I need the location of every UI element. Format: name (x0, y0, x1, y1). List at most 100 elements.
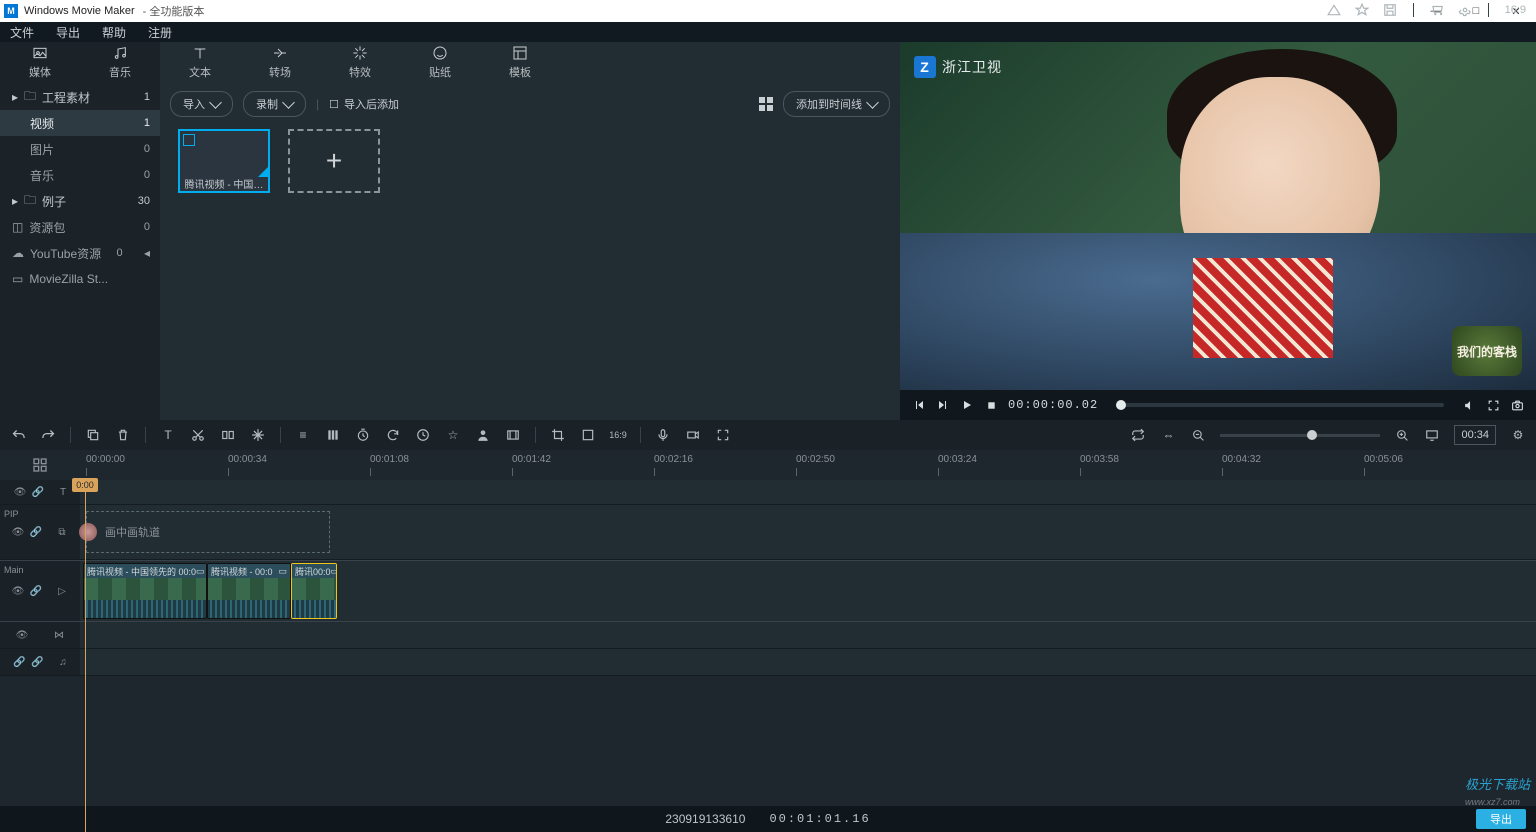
tab-sticker[interactable]: 贴纸 (400, 45, 480, 84)
play-icon[interactable]: ▷ (56, 585, 68, 597)
tool-columns-button[interactable] (325, 427, 341, 443)
tool-text-button[interactable]: T (160, 427, 176, 443)
tool-star-button[interactable]: ☆ (445, 427, 461, 443)
zoom-in-button[interactable] (1394, 427, 1410, 443)
preview-seek-bar[interactable] (1116, 403, 1444, 407)
transition-track[interactable]: 👁⋈ (0, 622, 1536, 649)
zoom-out-button[interactable] (1190, 427, 1206, 443)
menu-export[interactable]: 导出 (56, 24, 80, 41)
tree-item-assets[interactable]: ◫资源包 0 (0, 214, 160, 240)
link-icon[interactable]: 🔗 (31, 656, 43, 668)
notify-icon[interactable] (1327, 3, 1341, 17)
aspect-ratio-label[interactable]: 16:9 (1505, 4, 1526, 16)
tool-film-button[interactable] (505, 427, 521, 443)
timeline-ruler[interactable]: 00:00:00 00:00:34 00:01:08 00:01:42 00:0… (0, 450, 1536, 480)
play-button[interactable] (960, 398, 974, 412)
tree-item-moviezilla[interactable]: ▭MovieZilla St... (0, 266, 160, 292)
tab-music[interactable]: 音乐 (80, 45, 160, 84)
lock-icon[interactable]: 🔗 (30, 585, 42, 597)
layers-icon[interactable]: ⧉ (56, 526, 68, 538)
timeline-clip[interactable]: 腾讯视频 - 00:0▭ (207, 563, 291, 619)
save-icon[interactable] (1383, 3, 1397, 17)
eye-icon[interactable]: 👁 (14, 486, 26, 498)
media-clip-thumb[interactable]: 腾讯视频 - 中国… (178, 129, 270, 193)
tree-item-project[interactable]: ▸🗀工程素材 1 (0, 84, 160, 110)
stop-button[interactable] (984, 398, 998, 412)
import-after-add-toggle[interactable]: ☐导入后添加 (329, 96, 399, 112)
main-track[interactable]: Main 👁🔗 ▷ 腾讯视频 - 中国领先的 00:0▭ 腾讯视频 - 00:0… (0, 560, 1536, 622)
settings-small-icon[interactable]: ⚙ (1510, 427, 1526, 443)
tool-person-button[interactable] (475, 427, 491, 443)
export-button[interactable]: 导出 (1476, 809, 1526, 829)
tool-record-button[interactable] (685, 427, 701, 443)
preview-video[interactable]: 浙江卫视 我们的客栈 (900, 42, 1536, 390)
eye-icon[interactable]: 👁 (12, 585, 24, 597)
grid-view-icon[interactable] (759, 97, 773, 111)
timeline-clip[interactable]: 腾讯视频 - 中国领先的 00:0▭ (83, 563, 207, 619)
add-to-timeline-dropdown[interactable]: 添加到时间线 (783, 91, 890, 117)
snapshot-button[interactable] (1510, 398, 1524, 412)
lock-icon[interactable]: 🔗 (30, 526, 42, 538)
tool-speed-button[interactable] (415, 427, 431, 443)
import-dropdown[interactable]: 导入 (170, 91, 233, 117)
status-bar: 230919133610 00:01:01.16 (0, 806, 1536, 832)
tab-media[interactable]: 媒体 (0, 45, 80, 84)
prev-frame-button[interactable] (912, 398, 926, 412)
tool-timer-button[interactable] (355, 427, 371, 443)
template-icon (512, 45, 528, 61)
fit-button[interactable]: ⇔ (1160, 427, 1176, 443)
settings-icon[interactable] (1458, 3, 1472, 17)
clip-menu-icon[interactable]: ▭ (278, 566, 287, 577)
tree-item-image[interactable]: 图片 0 (0, 136, 160, 162)
tree-item-music[interactable]: 音乐 0 (0, 162, 160, 188)
eye-icon[interactable]: 👁 (16, 629, 28, 641)
tool-list-button[interactable]: ≡ (295, 427, 311, 443)
cart-icon[interactable] (1430, 3, 1444, 17)
pip-track[interactable]: PIP 👁🔗 ⧉ 画中画轨道 (0, 505, 1536, 560)
screen-icon[interactable] (1424, 427, 1440, 443)
volume-button[interactable] (1462, 398, 1476, 412)
tool-ratio-button[interactable]: 16:9 (610, 427, 626, 443)
tab-template[interactable]: 模板 (480, 45, 560, 84)
tool-frame-button[interactable] (580, 427, 596, 443)
clip-menu-icon[interactable]: ▭ (331, 566, 336, 577)
fullscreen-button[interactable] (1486, 398, 1500, 412)
tab-transition[interactable]: 转场 (240, 45, 320, 84)
tool-split-button[interactable] (220, 427, 236, 443)
timeline-tracks: 0:00 👁🔗T PIP 👁🔗 ⧉ 画中画轨道 Main 👁🔗 ▷ 腾讯视频 -… (0, 480, 1536, 814)
menu-file[interactable]: 文件 (10, 24, 34, 41)
add-media-button[interactable]: + (288, 129, 380, 193)
timeline-clip-selected[interactable]: 腾讯00:0▭ (291, 563, 337, 619)
lock-icon[interactable]: 🔗 (32, 486, 44, 498)
copy-button[interactable] (85, 427, 101, 443)
tool-mic-button[interactable] (655, 427, 671, 443)
lock-icon[interactable]: 🔗 (13, 656, 25, 668)
menu-help[interactable]: 帮助 (102, 24, 126, 41)
tool-crop-button[interactable] (550, 427, 566, 443)
tool-rotate-button[interactable] (385, 427, 401, 443)
menu-register[interactable]: 注册 (148, 24, 172, 41)
zoom-slider[interactable] (1220, 434, 1380, 437)
track-options-button[interactable] (0, 450, 80, 480)
tool-expand-button[interactable] (715, 427, 731, 443)
eye-icon[interactable]: 👁 (12, 526, 24, 538)
clip-menu-icon[interactable]: ▭ (196, 566, 205, 577)
undo-button[interactable] (10, 427, 26, 443)
tree-item-youtube[interactable]: ☁YouTube资源 0 ◂ (0, 240, 160, 266)
tree-item-video[interactable]: 视频 1 (0, 110, 160, 136)
tool-freeze-button[interactable] (250, 427, 266, 443)
record-dropdown[interactable]: 录制 (243, 91, 306, 117)
tab-effect[interactable]: 特效 (320, 45, 400, 84)
tab-text[interactable]: 文本 (160, 45, 240, 84)
audio-track[interactable]: 🔗🔗♫ (0, 649, 1536, 676)
delete-button[interactable] (115, 427, 131, 443)
redo-button[interactable] (40, 427, 56, 443)
pip-dropzone[interactable]: 画中画轨道 (86, 511, 330, 553)
next-frame-button[interactable] (936, 398, 950, 412)
text-track[interactable]: 👁🔗T (0, 480, 1536, 505)
playhead[interactable]: 0:00 (85, 480, 86, 832)
star-icon[interactable] (1355, 3, 1369, 17)
tool-cut-button[interactable] (190, 427, 206, 443)
tree-item-examples[interactable]: ▸🗀例子 30 (0, 188, 160, 214)
loop-button[interactable] (1130, 427, 1146, 443)
